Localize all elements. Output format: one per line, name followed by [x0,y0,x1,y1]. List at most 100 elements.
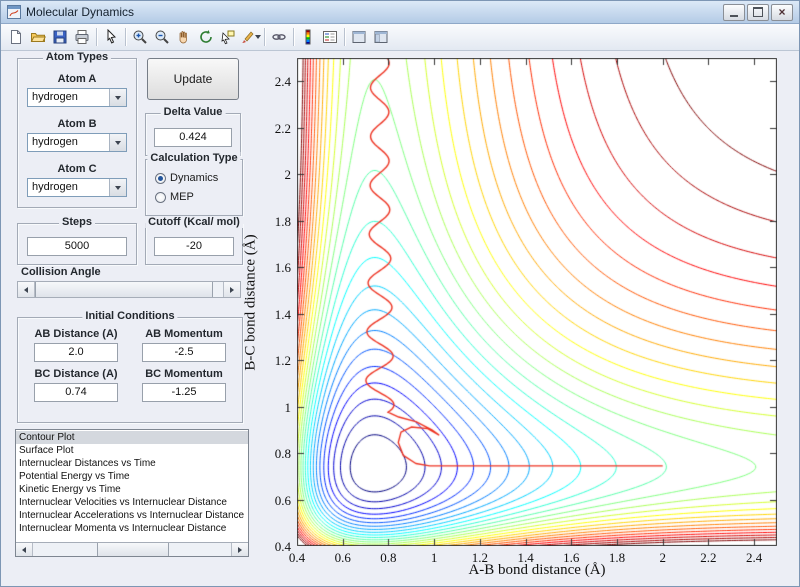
title-bar: Molecular Dynamics × [1,1,799,24]
zoom-out-button[interactable] [151,26,173,48]
atom-b-dropdown[interactable]: hydrogen [27,133,127,152]
collision-angle-label: Collision Angle [21,266,101,278]
slider-track[interactable] [213,282,223,297]
hide-plot-tools-button[interactable] [348,26,370,48]
plot-type-listbox[interactable]: Contour Plot Surface Plot Internuclear Dis… [15,429,249,557]
atom-types-group: Atom Types Atom A hydrogen Atom B hydrog… [17,51,137,208]
edit-plot-button[interactable] [100,26,122,48]
list-item[interactable]: Internuclear Distances vs Time [16,457,248,470]
scrollbar-track[interactable] [169,543,231,556]
new-document-icon [11,30,21,44]
bc-momentum-input[interactable]: -1.25 [142,383,226,402]
maximize-button[interactable] [747,3,769,21]
close-icon: × [778,5,786,19]
bc-momentum-label: BC Momentum [145,368,223,380]
delta-value-group: Delta Value 0.424 [145,106,241,156]
maximize-icon [753,7,763,17]
toolbar-separator [264,28,265,46]
dynamics-radio[interactable] [155,172,166,184]
pointer-arrow-icon [107,29,117,44]
link-chain-icon [272,34,286,40]
ab-distance-input[interactable]: 2.0 [34,343,118,362]
ab-momentum-label: AB Momentum [145,328,223,340]
plot-type-list: Contour Plot Surface Plot Internuclear Dis… [16,431,248,541]
list-item[interactable]: Surface Plot [16,444,248,457]
initial-conditions-title: Initial Conditions [82,310,178,322]
slider-left-arrow[interactable] [18,282,35,297]
pan-button[interactable] [173,26,195,48]
colorbar-icon [305,29,311,45]
show-plot-tools-button[interactable] [370,26,392,48]
atom-c-label: Atom C [57,163,97,175]
link-plot-button[interactable] [268,26,290,48]
scrollbar-track[interactable] [33,543,97,556]
insert-legend-button[interactable] [319,26,341,48]
list-item[interactable]: Internuclear Momenta vs Internuclear Dis… [16,522,248,535]
delta-value-title: Delta Value [160,106,226,118]
zoom-in-icon [133,30,147,44]
brush-button[interactable] [239,26,261,48]
list-item[interactable]: Kinetic Energy vs Time [16,483,248,496]
toolbar-separator [344,28,345,46]
list-item[interactable]: Potential Energy vs Time [16,470,248,483]
open-folder-icon [30,33,46,42]
collision-angle-slider[interactable] [17,281,241,298]
mep-radio[interactable] [155,191,166,203]
calculation-type-title: Calculation Type [147,152,241,164]
toolbar-separator [293,28,294,46]
steps-title: Steps [59,216,95,228]
list-item[interactable]: Contour Plot [16,431,248,444]
chevron-down-icon [115,185,121,190]
ab-momentum-input[interactable]: -2.5 [142,343,226,362]
close-button[interactable]: × [771,3,793,21]
slider-right-arrow[interactable] [223,282,240,297]
calculation-type-group: Calculation Type Dynamics MEP [145,152,243,216]
atom-c-dropdown-arrow[interactable] [109,179,126,196]
minimize-button[interactable] [723,3,745,21]
update-button[interactable]: Update [147,58,239,100]
rotate-icon [200,30,212,43]
bc-distance-input[interactable]: 0.74 [34,383,118,402]
figure-toolbar [1,24,799,51]
y-axis-label-box: B-C bond distance (Å) [241,58,261,546]
contour-canvas[interactable] [297,58,777,546]
scrollbar-left-arrow[interactable] [16,543,33,556]
new-figure-button[interactable] [5,26,27,48]
toolbar-separator [96,28,97,46]
toolbar-separator [125,28,126,46]
plot-axes[interactable] [297,58,777,546]
zoom-in-button[interactable] [129,26,151,48]
minimize-icon [730,14,738,17]
print-figure-button[interactable] [71,26,93,48]
rotate-3d-button[interactable] [195,26,217,48]
scrollbar-thumb[interactable] [97,543,169,556]
steps-input[interactable]: 5000 [27,237,127,256]
atom-b-dropdown-arrow[interactable] [109,134,126,151]
data-cursor-button[interactable] [217,26,239,48]
steps-group: Steps 5000 [17,216,137,265]
atom-a-dropdown-arrow[interactable] [109,89,126,106]
ab-distance-label: AB Distance (A) [34,328,118,340]
chevron-down-icon [115,140,121,145]
open-file-button[interactable] [27,26,49,48]
list-item[interactable]: Internuclear Velocities vs Internuclear … [16,496,248,509]
atom-a-dropdown[interactable]: hydrogen [27,88,127,107]
zoom-out-icon [155,30,169,44]
atom-c-dropdown[interactable]: hydrogen [27,178,127,197]
chevron-down-icon [115,95,121,100]
x-axis-label: A-B bond distance (Å) [468,562,606,578]
legend-icon [323,31,337,43]
y-axis-label: B-C bond distance (Å) [242,233,259,371]
slider-thumb[interactable] [35,282,213,297]
insert-colorbar-button[interactable] [297,26,319,48]
cutoff-input[interactable]: -20 [154,237,234,256]
list-item[interactable]: Internuclear Accelerations vs Internucle… [16,509,248,522]
save-figure-button[interactable] [49,26,71,48]
right-arrow-icon [238,546,242,553]
listbox-hscrollbar[interactable] [16,542,248,556]
brush-dropdown-caret [254,35,261,39]
hand-icon [179,31,187,44]
window-title: Molecular Dynamics [26,5,135,19]
show-plot-tools-icon [374,31,388,43]
delta-value-input[interactable]: 0.424 [154,128,232,147]
